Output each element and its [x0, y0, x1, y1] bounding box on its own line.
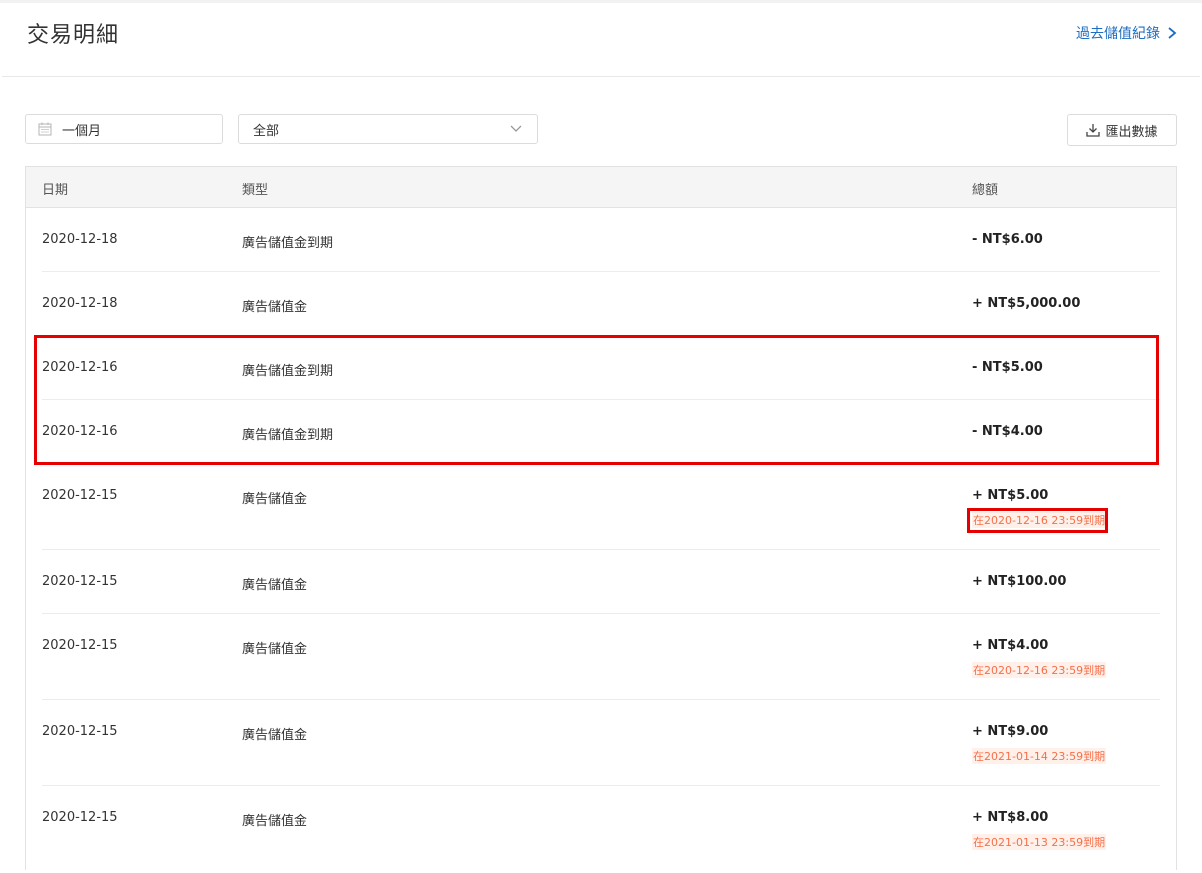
date-range-value: 一個月 [62, 123, 102, 139]
row-expiry-note: 在2020-12-16 23:59到期 [972, 662, 1107, 678]
row-date: 2020-12-15 [42, 488, 118, 503]
calendar-icon [38, 122, 52, 136]
page-header: 交易明細 過去儲值紀錄 [2, 3, 1200, 77]
row-type: 廣告儲值金 [242, 492, 308, 507]
row-amount: + NT$100.00 [972, 574, 1067, 589]
row-amount: + NT$8.00 [972, 810, 1049, 825]
row-date: 2020-12-15 [42, 574, 118, 589]
row-amount: - NT$6.00 [972, 232, 1043, 247]
type-select-value: 全部 [253, 123, 280, 139]
row-amount: + NT$5,000.00 [972, 296, 1081, 311]
row-type: 廣告儲值金 [242, 728, 308, 743]
row-date: 2020-12-18 [42, 232, 118, 247]
table-row: 2020-12-15 廣告儲值金 + NT$5.00 在2020-12-16 2… [42, 464, 1160, 550]
table-row: 2020-12-16 廣告儲值金到期 - NT$5.00 [42, 336, 1160, 400]
history-link[interactable]: 過去儲值紀錄 [1076, 23, 1178, 43]
row-type: 廣告儲值金 [242, 578, 308, 593]
row-expiry-note: 在2020-12-16 23:59到期 [972, 512, 1107, 528]
row-date: 2020-12-15 [42, 810, 118, 825]
row-expiry-note: 在2021-01-14 23:59到期 [972, 748, 1107, 764]
table-row: 2020-12-15 廣告儲值金 + NT$100.00 [42, 550, 1160, 614]
table-row: 2020-12-15 廣告儲值金 + NT$4.00 在2020-12-16 2… [42, 614, 1160, 700]
table-row: 2020-12-15 廣告儲值金 + NT$8.00 在2021-01-13 2… [42, 786, 1160, 870]
transactions-table: 日期 類型 總額 2020-12-18 廣告儲值金到期 - NT$6.00 20… [25, 166, 1177, 870]
chevron-right-icon [1168, 27, 1177, 39]
row-date: 2020-12-18 [42, 296, 118, 311]
column-header-amount: 總額 [972, 183, 999, 198]
chevron-down-icon [510, 125, 522, 132]
row-amount: + NT$9.00 [972, 724, 1049, 739]
row-date: 2020-12-15 [42, 638, 118, 653]
table-row: 2020-12-16 廣告儲值金到期 - NT$4.00 [42, 400, 1160, 464]
table-row: 2020-12-18 廣告儲值金到期 - NT$6.00 [42, 208, 1160, 272]
row-expiry-note: 在2021-01-13 23:59到期 [972, 834, 1107, 850]
export-data-button[interactable]: 匯出數據 [1067, 114, 1177, 146]
column-header-date: 日期 [42, 183, 69, 198]
row-type: 廣告儲值金到期 [242, 364, 334, 379]
row-type: 廣告儲值金到期 [242, 428, 334, 443]
row-date: 2020-12-15 [42, 724, 118, 739]
row-type: 廣告儲值金 [242, 814, 308, 829]
row-date: 2020-12-16 [42, 424, 118, 439]
row-type: 廣告儲值金 [242, 642, 308, 657]
row-amount: - NT$4.00 [972, 424, 1043, 439]
row-amount: + NT$5.00 [972, 488, 1049, 503]
row-type: 廣告儲值金到期 [242, 236, 334, 251]
row-amount: + NT$4.00 [972, 638, 1049, 653]
table-row: 2020-12-18 廣告儲值金 + NT$5,000.00 [42, 272, 1160, 336]
row-type: 廣告儲值金 [242, 300, 308, 315]
row-date: 2020-12-16 [42, 360, 118, 375]
date-range-filter[interactable]: 一個月 [25, 114, 223, 144]
history-link-label: 過去儲值紀錄 [1076, 26, 1160, 42]
export-data-label: 匯出數據 [1105, 124, 1158, 140]
column-header-type: 類型 [242, 183, 269, 198]
table-header: 日期 類型 總額 [26, 167, 1176, 208]
table-row: 2020-12-15 廣告儲值金 + NT$9.00 在2021-01-14 2… [42, 700, 1160, 786]
row-amount: - NT$5.00 [972, 360, 1043, 375]
type-select[interactable]: 全部 [238, 114, 538, 144]
download-icon [1086, 124, 1101, 137]
page-title: 交易明細 [27, 23, 120, 48]
